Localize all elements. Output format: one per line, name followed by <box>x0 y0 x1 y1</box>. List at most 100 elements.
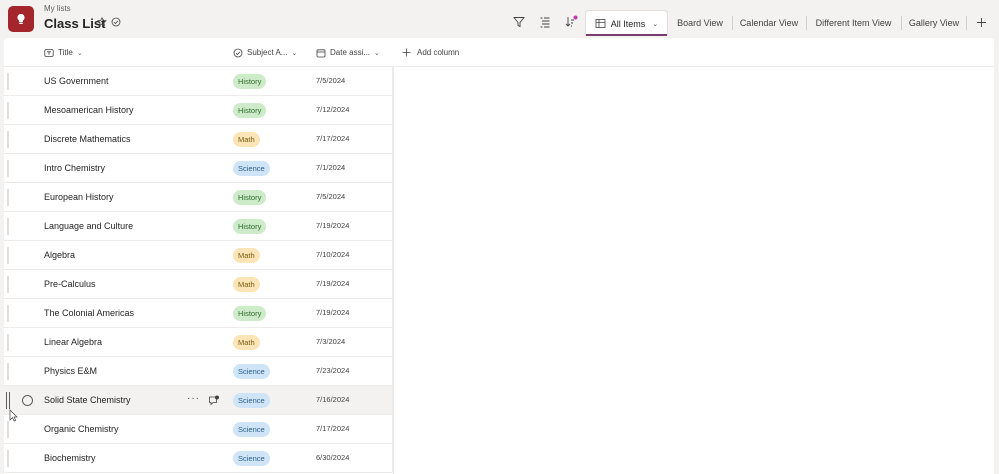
row-title[interactable]: Mesoamerican History <box>44 96 134 125</box>
row-date[interactable]: 7/1/2024 <box>316 154 345 183</box>
row-drag-handle[interactable] <box>7 73 9 90</box>
row-date[interactable]: 7/5/2024 <box>316 183 345 212</box>
table-row[interactable]: Mesoamerican History History 7/12/2024 <box>4 96 393 125</box>
subject-pill[interactable]: Science <box>233 364 270 379</box>
sort-icon[interactable] <box>563 14 579 30</box>
tab-gallery-view[interactable]: Gallery View <box>904 10 964 36</box>
row-drag-handle[interactable] <box>7 247 9 264</box>
row-date[interactable]: 7/17/2024 <box>316 415 349 444</box>
comment-icon[interactable] <box>208 394 220 406</box>
row-title[interactable]: The Colonial Americas <box>44 299 134 328</box>
table-row[interactable]: Solid State Chemistry ··· Science 7/16/2024 <box>4 386 393 415</box>
table-row[interactable]: Biochemistry Science 6/30/2024 <box>4 444 393 473</box>
subject-pill[interactable]: History <box>233 74 267 89</box>
row-drag-handle[interactable] <box>7 218 9 235</box>
row-date[interactable]: 7/17/2024 <box>316 125 349 154</box>
row-title[interactable]: Linear Algebra <box>44 328 102 357</box>
row-title[interactable]: Language and Culture <box>44 212 133 241</box>
subject-pill[interactable]: Math <box>233 277 260 292</box>
tab-board-view[interactable]: Board View <box>671 10 729 36</box>
subject-pill[interactable]: History <box>233 219 267 234</box>
plus-icon <box>402 48 411 57</box>
tab-all-items[interactable]: All Items ⌄ <box>585 10 668 36</box>
row-date[interactable]: 7/12/2024 <box>316 96 349 125</box>
rows-container: US Government History 7/5/2024 Mesoamerican… <box>4 67 393 473</box>
table-row[interactable]: Linear Algebra Math 7/3/2024 <box>4 328 393 357</box>
table-row[interactable]: Intro Chemistry Science 7/1/2024 <box>4 154 393 183</box>
subject-pill[interactable]: Science <box>233 422 270 437</box>
row-drag-handle[interactable] <box>7 450 9 467</box>
row-drag-handle[interactable] <box>7 276 9 293</box>
row-title[interactable]: Pre-Calculus <box>44 270 96 299</box>
row-title[interactable]: Organic Chemistry <box>44 415 119 444</box>
subject-pill[interactable]: History <box>233 103 267 118</box>
row-title[interactable]: Intro Chemistry <box>44 154 105 183</box>
filter-icon[interactable] <box>511 14 527 30</box>
subject-pill[interactable]: Science <box>233 161 270 176</box>
row-drag-handle[interactable] <box>7 189 9 206</box>
table-row[interactable]: US Government History 7/5/2024 <box>4 67 393 96</box>
row-drag-handle[interactable] <box>6 392 10 409</box>
row-title[interactable]: Physics E&M <box>44 357 97 386</box>
row-title[interactable]: US Government <box>44 67 109 96</box>
table-row[interactable]: Physics E&M Science 7/23/2024 <box>4 357 393 386</box>
subject-pill[interactable]: Science <box>233 451 270 466</box>
star-icon[interactable] <box>95 15 109 29</box>
row-date[interactable]: 7/19/2024 <box>316 212 349 241</box>
row-date[interactable]: 7/10/2024 <box>316 241 349 270</box>
tab-divider <box>966 16 967 30</box>
subject-pill[interactable]: History <box>233 306 267 321</box>
chevron-down-icon: ⌄ <box>291 49 298 57</box>
plus-icon[interactable] <box>973 14 989 30</box>
tab-divider <box>732 16 733 30</box>
column-header-subject[interactable]: Subject A... ⌄ <box>233 38 297 67</box>
tab-calendar-view[interactable]: Calendar View <box>735 10 803 36</box>
row-select-checkbox[interactable] <box>22 395 33 406</box>
subject-pill[interactable]: Math <box>233 248 260 263</box>
row-drag-handle[interactable] <box>7 334 9 351</box>
subject-pill[interactable]: History <box>233 190 267 205</box>
list-grid: Title ⌄ Subject A... ⌄ Date assi... ⌄ Ad… <box>4 38 994 474</box>
row-date[interactable]: 7/23/2024 <box>316 357 349 386</box>
row-date[interactable]: 7/19/2024 <box>316 270 349 299</box>
more-options-icon[interactable]: ··· <box>187 386 200 415</box>
row-drag-handle[interactable] <box>7 131 9 148</box>
subject-pill[interactable]: Science <box>233 393 270 408</box>
table-row[interactable]: Algebra Math 7/10/2024 <box>4 241 393 270</box>
row-date[interactable]: 7/19/2024 <box>316 299 349 328</box>
table-row[interactable]: European History History 7/5/2024 <box>4 183 393 212</box>
table-row[interactable]: The Colonial Americas History 7/19/2024 <box>4 299 393 328</box>
breadcrumb[interactable]: My lists <box>44 4 71 13</box>
row-drag-handle[interactable] <box>7 102 9 119</box>
row-date[interactable]: 7/16/2024 <box>316 386 349 415</box>
subject-pill[interactable]: Math <box>233 335 260 350</box>
lightbulb-icon[interactable] <box>8 6 34 32</box>
row-date[interactable]: 7/3/2024 <box>316 328 345 357</box>
table-row[interactable]: Organic Chemistry Science 7/17/2024 <box>4 415 393 444</box>
tab-divider <box>806 16 807 30</box>
column-label: Title <box>58 48 73 57</box>
row-title[interactable]: Solid State Chemistry <box>44 386 131 415</box>
chevron-down-icon: ⌄ <box>374 49 380 57</box>
column-header-title[interactable]: Title ⌄ <box>44 38 83 67</box>
row-title[interactable]: Discrete Mathematics <box>44 125 131 154</box>
row-drag-handle[interactable] <box>7 363 9 380</box>
column-header-date[interactable]: Date assi... ⌄ <box>316 38 380 67</box>
row-drag-handle[interactable] <box>7 305 9 322</box>
row-title[interactable]: European History <box>44 183 114 212</box>
add-column-button[interactable]: Add column <box>402 38 459 67</box>
row-date[interactable]: 7/5/2024 <box>316 67 345 96</box>
table-row[interactable]: Discrete Mathematics Math 7/17/2024 <box>4 125 393 154</box>
row-date[interactable]: 6/30/2024 <box>316 444 349 473</box>
group-by-icon[interactable] <box>537 14 553 30</box>
tab-different-item-view[interactable]: Different Item View <box>809 10 898 36</box>
row-drag-handle[interactable] <box>7 160 9 177</box>
subject-pill[interactable]: Math <box>233 132 260 147</box>
row-title[interactable]: Algebra <box>44 241 75 270</box>
check-circle-icon[interactable] <box>109 15 123 29</box>
table-row[interactable]: Pre-Calculus Math 7/19/2024 <box>4 270 393 299</box>
chevron-down-icon: ⌄ <box>76 49 83 57</box>
row-title[interactable]: Biochemistry <box>44 444 96 473</box>
choice-field-icon <box>233 48 243 57</box>
table-row[interactable]: Language and Culture History 7/19/2024 <box>4 212 393 241</box>
